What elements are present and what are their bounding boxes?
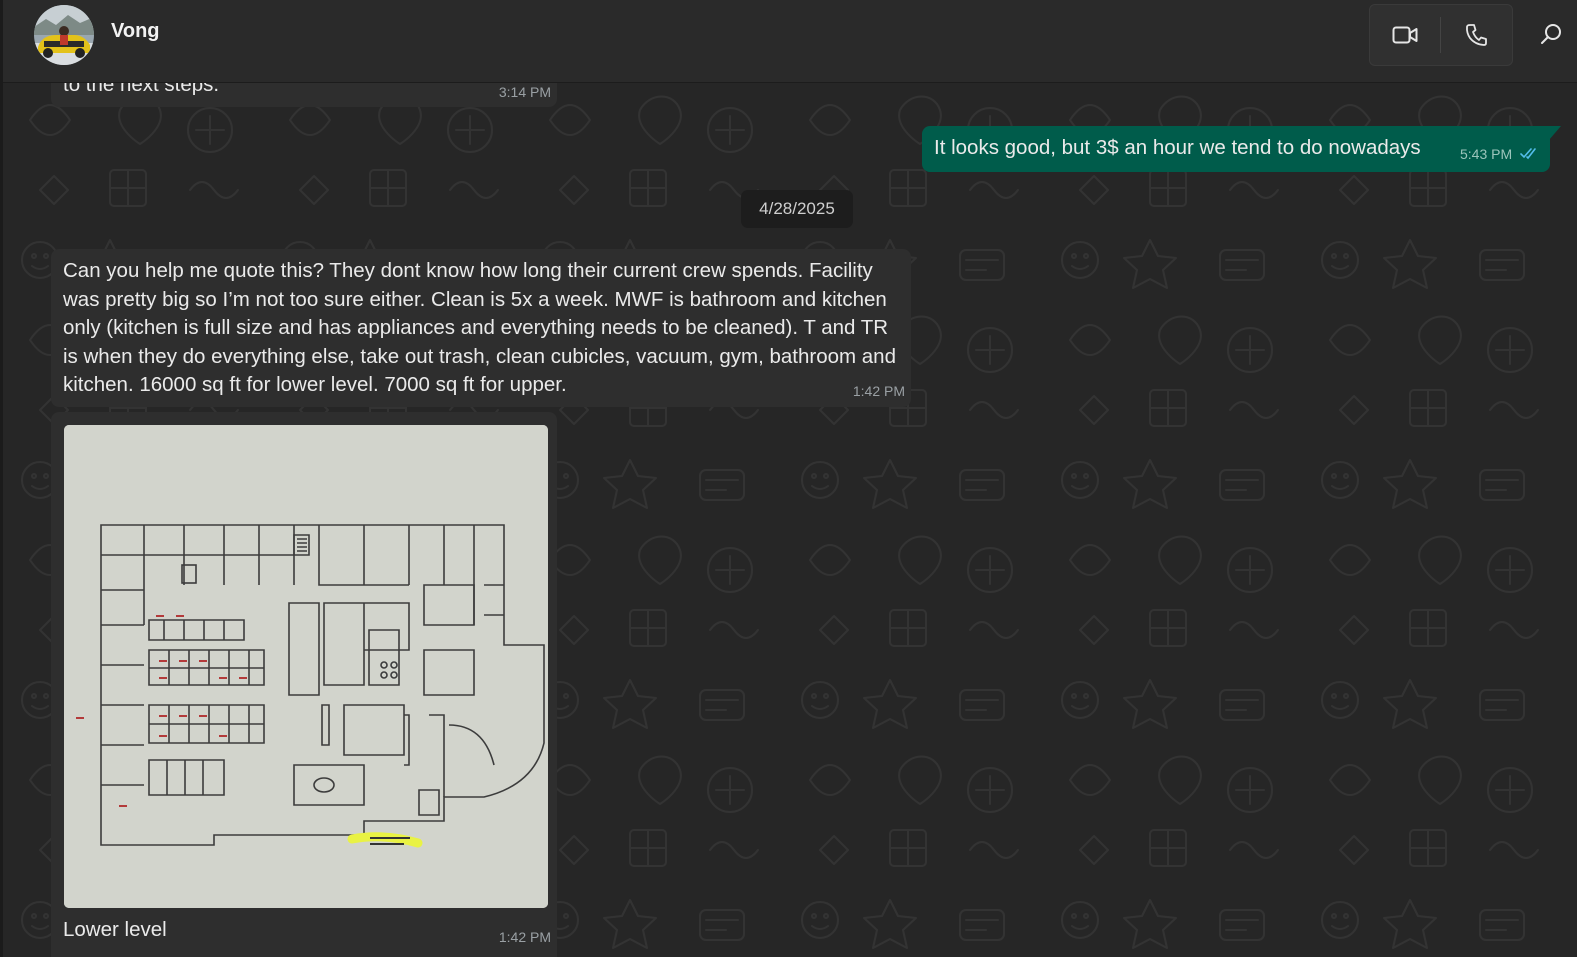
window-left-border	[0, 0, 3, 957]
avatar-image	[34, 5, 94, 65]
contact-name[interactable]: Vong	[111, 20, 160, 43]
date-separator: 4/28/2025	[741, 190, 853, 228]
outgoing-bubble-tail	[1549, 126, 1561, 140]
message-time: 1:42 PM	[498, 929, 551, 945]
message-text: It looks good, but 3$ an hour we tend to…	[934, 136, 1421, 159]
video-call-button[interactable]	[1370, 5, 1440, 65]
message-time: 5:43 PM	[1460, 146, 1513, 162]
double-check-read-icon	[1520, 148, 1536, 160]
incoming-image-message[interactable]: Lower level 1:42 PM	[51, 412, 557, 957]
image-caption: Lower level	[63, 918, 167, 941]
phone-icon	[1466, 24, 1487, 46]
incoming-message[interactable]: Can you help me quote this? They dont kn…	[51, 249, 911, 407]
search-icon	[1541, 24, 1561, 44]
floor-plan-photo[interactable]	[64, 425, 548, 908]
message-time: 3:14 PM	[498, 84, 551, 100]
voice-call-button[interactable]	[1441, 5, 1511, 65]
message-time: 1:42 PM	[852, 383, 905, 399]
chat-header: Vong	[3, 0, 1577, 83]
outgoing-message[interactable]: It looks good, but 3$ an hour we tend to…	[922, 126, 1550, 172]
floor-plan-drawing	[64, 425, 548, 908]
video-camera-icon	[1392, 26, 1418, 44]
contact-avatar[interactable]	[34, 5, 94, 65]
search-button[interactable]	[1531, 14, 1571, 54]
message-text: Can you help me quote this? They dont kn…	[63, 259, 896, 396]
call-button-group	[1369, 4, 1513, 66]
